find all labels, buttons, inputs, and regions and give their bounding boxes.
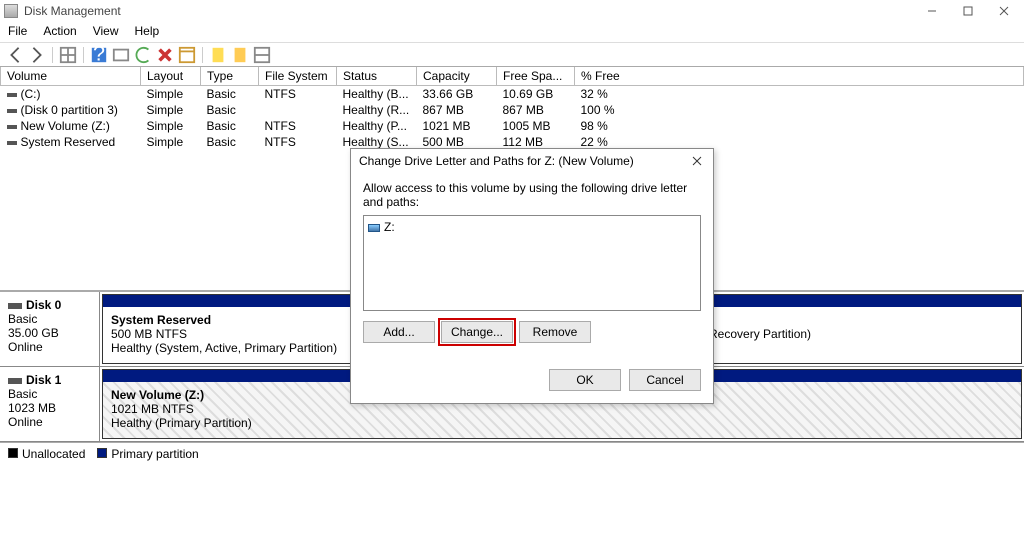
change-button[interactable]: Change... xyxy=(441,321,513,343)
disk-icon xyxy=(8,378,22,384)
cancel-button[interactable]: Cancel xyxy=(629,369,701,391)
remove-button[interactable]: Remove xyxy=(519,321,591,343)
col-volume[interactable]: Volume xyxy=(1,67,141,86)
dialog-title: Change Drive Letter and Paths for Z: (Ne… xyxy=(359,154,689,168)
card-icon[interactable] xyxy=(112,46,130,64)
legend: Unallocated Primary partition xyxy=(0,442,1024,465)
volume-icon xyxy=(7,141,17,145)
forward-icon[interactable] xyxy=(28,46,46,64)
disk-icon xyxy=(8,303,22,309)
toolbar-separator xyxy=(52,47,53,63)
col-layout[interactable]: Layout xyxy=(141,67,201,86)
disk-info[interactable]: Disk 1Basic1023 MBOnline xyxy=(0,367,100,441)
volume-icon xyxy=(7,109,17,113)
grid-icon[interactable] xyxy=(59,46,77,64)
table-row[interactable]: (Disk 0 partition 3)SimpleBasicHealthy (… xyxy=(1,102,1024,118)
legend-primary: Primary partition xyxy=(97,447,198,461)
toolbar-separator xyxy=(83,47,84,63)
col-freespace[interactable]: Free Spa... xyxy=(497,67,575,86)
col-pctfree[interactable]: % Free xyxy=(575,67,1024,86)
ok-button[interactable]: OK xyxy=(549,369,621,391)
layout-icon[interactable] xyxy=(253,46,271,64)
drive-icon xyxy=(368,224,380,232)
col-status[interactable]: Status xyxy=(337,67,417,86)
file2-icon[interactable] xyxy=(231,46,249,64)
table-row[interactable]: New Volume (Z:)SimpleBasicNTFSHealthy (P… xyxy=(1,118,1024,134)
window-titlebar: Disk Management xyxy=(0,0,1024,22)
back-icon[interactable] xyxy=(6,46,24,64)
menu-action[interactable]: Action xyxy=(43,24,76,38)
volume-icon xyxy=(7,93,17,97)
add-button[interactable]: Add... xyxy=(363,321,435,343)
help-icon[interactable]: ? xyxy=(90,46,108,64)
dialog-path-entry[interactable]: Z: xyxy=(368,220,696,234)
window-title: Disk Management xyxy=(24,4,1020,18)
disk-info[interactable]: Disk 0Basic35.00 GBOnline xyxy=(0,292,100,366)
dialog-instruction: Allow access to this volume by using the… xyxy=(363,181,701,209)
toolbar: ? xyxy=(0,43,1024,67)
svg-text:?: ? xyxy=(93,46,105,64)
refresh-icon[interactable] xyxy=(134,46,152,64)
toolbar-separator xyxy=(202,47,203,63)
col-capacity[interactable]: Capacity xyxy=(417,67,497,86)
volume-icon xyxy=(7,125,17,129)
file-icon[interactable] xyxy=(209,46,227,64)
menu-help[interactable]: Help xyxy=(135,24,160,38)
menu-file[interactable]: File xyxy=(8,24,27,38)
dialog-paths-list[interactable]: Z: xyxy=(363,215,701,311)
maximize-button[interactable] xyxy=(954,2,982,20)
table-row[interactable]: (C:)SimpleBasicNTFSHealthy (B...33.66 GB… xyxy=(1,86,1024,103)
properties-icon[interactable] xyxy=(178,46,196,64)
menu-view[interactable]: View xyxy=(93,24,119,38)
dialog-close-icon[interactable] xyxy=(689,153,705,169)
legend-unallocated: Unallocated xyxy=(8,447,85,461)
minimize-button[interactable] xyxy=(918,2,946,20)
col-filesystem[interactable]: File System xyxy=(259,67,337,86)
delete-icon[interactable] xyxy=(156,46,174,64)
col-type[interactable]: Type xyxy=(201,67,259,86)
close-button[interactable] xyxy=(990,2,1018,20)
app-icon xyxy=(4,4,18,18)
menu-bar: File Action View Help xyxy=(0,22,1024,43)
change-drive-letter-dialog: Change Drive Letter and Paths for Z: (Ne… xyxy=(350,148,714,404)
